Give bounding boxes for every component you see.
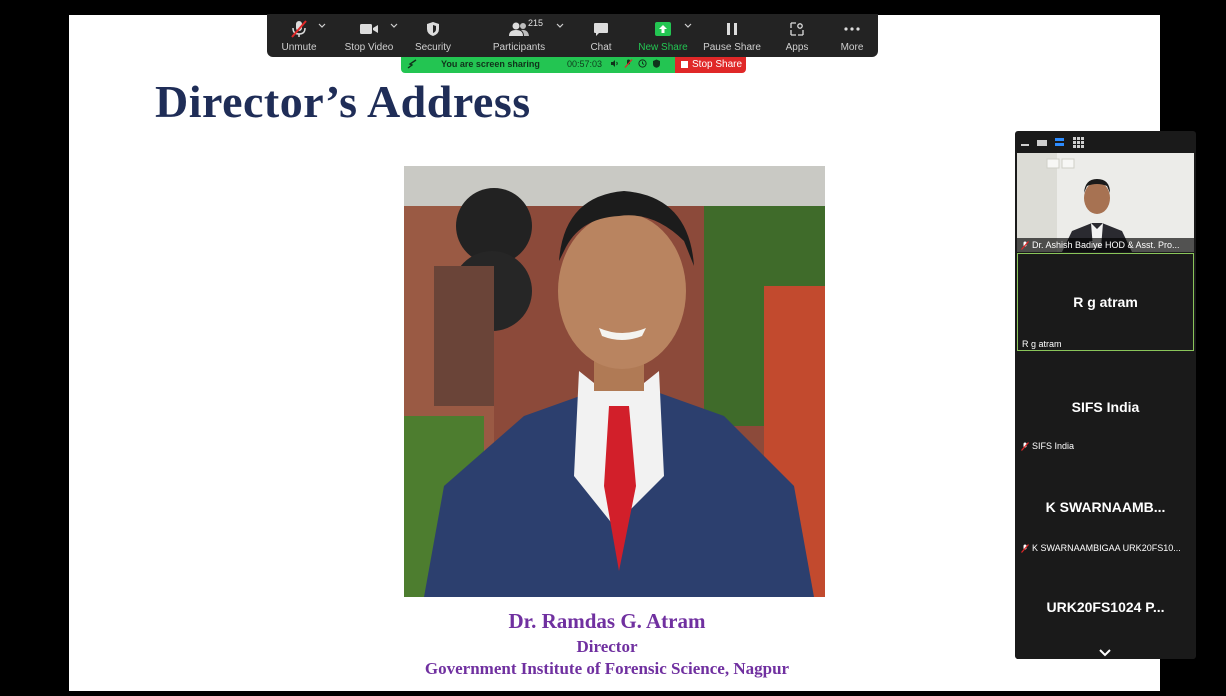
participant-video-tile[interactable]: Dr. Ashish Badiye HOD & Asst. Pro... <box>1017 153 1194 252</box>
mic-muted-icon <box>1021 240 1029 250</box>
shield-icon <box>403 19 463 39</box>
sharing-timer: 00:57:03 <box>567 59 603 69</box>
participant-count: 215 <box>528 18 544 28</box>
participant-tile[interactable]: K SWARNAAMB... K SWARNAAMBIGAA URK20FS10… <box>1017 457 1194 559</box>
participant-name: R g atram <box>1022 339 1062 349</box>
participants-label: Participants <box>492 42 546 53</box>
participant-display-name: URK20FS1024 P... <box>1046 599 1165 615</box>
institution-name: Government Institute of Forensic Science… <box>424 659 790 678</box>
gallery-view-icon <box>1073 137 1084 148</box>
participant-label: R g atram <box>1022 339 1062 349</box>
chat-bubble-icon <box>571 19 631 39</box>
participants-button[interactable]: 215 Participants <box>489 14 564 57</box>
participant-label: Dr. Ashish Badiye HOD & Asst. Pro... <box>1021 240 1180 250</box>
shield-icon[interactable] <box>652 59 661 70</box>
more-dots-icon <box>822 19 882 39</box>
strip-view-icon <box>1055 138 1064 141</box>
mic-muted-icon <box>1021 441 1029 451</box>
director-photo <box>404 166 825 597</box>
screen-sharing-bar: You are screen sharing 00:57:03 <box>401 57 675 73</box>
participant-name: K SWARNAAMBIGAA URK20FS10... <box>1032 543 1181 553</box>
stop-share-label: Stop Share <box>692 59 743 70</box>
apps-icon <box>767 19 827 39</box>
more-label: More <box>840 42 864 53</box>
stop-share-button[interactable]: Stop Share <box>675 57 746 73</box>
pause-icon <box>702 19 762 39</box>
speaker-icon[interactable] <box>610 59 619 70</box>
sharing-status-text: You are screen sharing <box>441 59 540 69</box>
video-panel: Dr. Ashish Badiye HOD & Asst. Pro... R g… <box>1015 131 1196 659</box>
drag-handle-icon[interactable] <box>407 59 419 71</box>
mic-muted-icon <box>1021 543 1029 553</box>
director-name: Dr. Ramdas G. Atram <box>508 609 706 633</box>
meeting-toolbar: Unmute Stop Video Security 215 Participa… <box>267 14 878 57</box>
participant-name: SIFS India <box>1032 441 1075 451</box>
participant-tile-active[interactable]: R g atram R g atram <box>1017 253 1194 351</box>
participant-tile[interactable]: SIFS India SIFS India <box>1017 353 1194 455</box>
security-button[interactable]: Security <box>403 14 463 57</box>
more-button[interactable]: More <box>822 14 882 57</box>
slide-title: Director’s Address <box>155 76 531 127</box>
participant-display-name: K SWARNAAMB... <box>1045 499 1166 515</box>
chevron-down-icon[interactable] <box>317 20 327 30</box>
participant-label: K SWARNAAMBIGAA URK20FS10... <box>1021 543 1181 553</box>
stop-square-icon <box>681 61 688 68</box>
mic-muted-icon[interactable] <box>624 59 633 70</box>
security-label: Security <box>414 42 452 53</box>
director-role: Director <box>576 637 638 656</box>
chevron-down-icon[interactable] <box>555 20 565 30</box>
participant-display-name: R g atram <box>1073 294 1138 310</box>
participant-label: SIFS India <box>1021 441 1074 451</box>
chevron-down-icon[interactable] <box>389 20 399 30</box>
new-share-button[interactable]: New Share <box>633 14 693 57</box>
chevron-down-icon[interactable] <box>683 20 693 30</box>
participant-name: Dr. Ashish Badiye HOD & Asst. Pro... <box>1032 240 1180 250</box>
shared-slide: Director’s Address Dr. Ramdas G. Atram D… <box>69 15 1160 691</box>
unmute-button[interactable]: Unmute <box>269 14 329 57</box>
participant-display-name: SIFS India <box>1071 399 1140 415</box>
pause-share-button[interactable]: Pause Share <box>702 14 762 57</box>
clock-icon <box>638 59 647 70</box>
stop-video-button[interactable]: Stop Video <box>339 14 399 57</box>
chevron-down-icon[interactable] <box>1097 645 1113 657</box>
view-controls <box>1021 136 1121 150</box>
minimize-icon <box>1021 144 1029 146</box>
speaker-view-icon <box>1037 140 1047 146</box>
